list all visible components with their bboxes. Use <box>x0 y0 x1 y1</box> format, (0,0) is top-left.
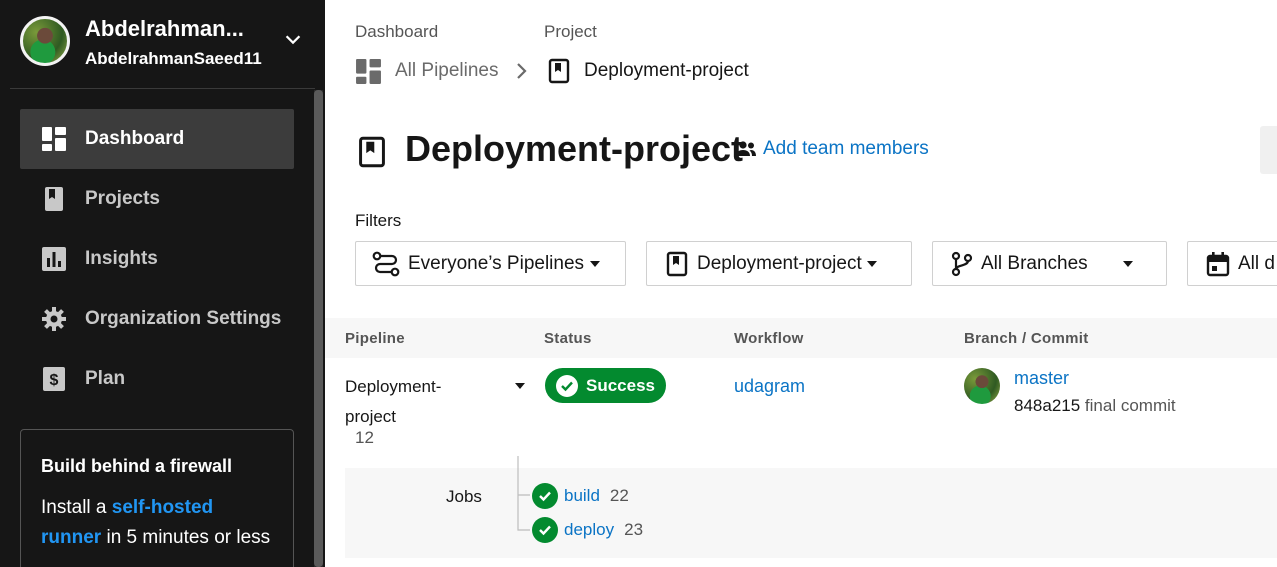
branches-filter-label: All Branches <box>981 252 1088 274</box>
promo-title: Build behind a firewall <box>41 456 233 476</box>
promo-text-after: in 5 minutes or less <box>106 527 271 548</box>
avatar <box>20 16 70 66</box>
breadcrumb-dashboard-label: Dashboard <box>355 22 439 41</box>
scrollbar-thumb[interactable] <box>314 90 323 567</box>
header-pipeline: Pipeline <box>345 330 405 347</box>
sidebar-item-projects[interactable]: Projects <box>20 169 294 229</box>
commit-message: final commit <box>1084 396 1176 415</box>
caret-down-icon <box>1122 260 1133 267</box>
table-header: Pipeline Status Workflow Branch / Commit <box>325 318 1277 358</box>
project-icon <box>359 136 385 168</box>
divider <box>10 88 315 89</box>
dollar-icon: $ <box>41 366 67 392</box>
action-button-partial[interactable] <box>1260 126 1277 174</box>
header-branch-commit: Branch / Commit <box>964 330 1089 347</box>
date-filter-label: All d <box>1238 252 1275 274</box>
people-icon <box>736 141 756 156</box>
breadcrumb-current: Deployment-project <box>547 58 749 84</box>
sidebar-item-organization-settings[interactable]: Organization Settings <box>20 289 294 349</box>
main-content: Dashboard Project All Pipelines Deployme… <box>325 0 1277 567</box>
project-icon <box>548 58 570 84</box>
header-status: Status <box>544 330 592 347</box>
avatar <box>964 368 1000 404</box>
sidebar: Abdelrahman... AbdelrahmanSaeed11 Dashbo… <box>0 0 325 567</box>
gear-icon <box>41 306 67 332</box>
job-deploy[interactable]: deploy 23 <box>532 517 643 543</box>
sidebar-item-label: Plan <box>85 368 126 389</box>
calendar-icon <box>1206 251 1230 276</box>
profile-name: Abdelrahman... <box>85 16 244 41</box>
sidebar-item-label: Insights <box>85 248 158 269</box>
job-name: build <box>564 486 600 505</box>
sidebar-item-label: Organization Settings <box>85 308 282 329</box>
sidebar-item-label: Projects <box>85 188 160 209</box>
sidebar-item-label: Dashboard <box>85 128 185 149</box>
profile-menu[interactable]: Abdelrahman... AbdelrahmanSaeed11 <box>20 14 320 70</box>
commit-info[interactable]: 848a215 final commit <box>1014 396 1176 416</box>
sidebar-item-insights[interactable]: Insights <box>20 229 294 289</box>
insights-icon <box>41 246 67 272</box>
caret-down-icon <box>866 260 877 267</box>
header-workflow: Workflow <box>734 330 804 347</box>
sidebar-item-dashboard[interactable]: Dashboard <box>20 109 294 169</box>
dashboard-icon <box>41 126 67 152</box>
breadcrumb-current-label: Deployment-project <box>584 60 749 81</box>
check-circle-icon <box>556 374 578 397</box>
add-team-members-button[interactable]: Add team members <box>735 138 929 160</box>
add-team-members-label: Add team members <box>763 138 929 159</box>
pipeline-filter-icon <box>372 251 400 276</box>
project-icon <box>666 251 688 276</box>
job-build[interactable]: build 22 <box>532 483 629 509</box>
job-tree-connector <box>517 456 530 531</box>
pipelines-filter-dropdown[interactable]: Everyone’s Pipelines <box>355 241 626 286</box>
branches-filter-dropdown[interactable]: All Branches <box>932 241 1167 286</box>
chevron-down-icon[interactable] <box>282 28 304 50</box>
dashboard-icon <box>356 58 381 84</box>
expand-caret-icon[interactable] <box>515 383 525 389</box>
filters-label: Filters <box>355 211 402 230</box>
job-name: deploy <box>564 520 615 539</box>
status-label: Success <box>586 375 655 395</box>
caret-down-icon <box>590 260 601 267</box>
pipeline-number: 12 <box>355 428 374 447</box>
pipeline-name[interactable]: Deployment- project <box>345 372 441 432</box>
commit-hash: 848a215 <box>1014 396 1081 415</box>
promo-text-before: Install a <box>41 497 107 518</box>
breadcrumb-project-label: Project <box>544 22 597 41</box>
pipelines-filter-label: Everyone’s Pipelines <box>408 252 585 274</box>
breadcrumb-all-pipelines[interactable]: All Pipelines <box>355 58 499 84</box>
pipeline-name-line1: Deployment- <box>345 377 442 396</box>
jobs-label: Jobs <box>446 487 482 506</box>
status-badge: Success <box>545 368 666 403</box>
job-number: 22 <box>609 486 629 505</box>
date-filter-dropdown[interactable]: All d <box>1187 241 1277 286</box>
page-title: Deployment-project <box>405 128 744 169</box>
workflow-link[interactable]: udagram <box>734 376 805 397</box>
svg-text:$: $ <box>50 372 59 389</box>
jobs-panel: Jobs build 22 deploy 23 <box>345 456 1277 558</box>
project-filter-label: Deployment-project <box>697 252 862 274</box>
project-filter-dropdown[interactable]: Deployment-project <box>646 241 912 286</box>
firewall-promo-card: Build behind a firewall Install a self-h… <box>20 429 294 567</box>
project-icon <box>41 186 67 212</box>
sidebar-item-plan[interactable]: $ Plan <box>20 349 294 409</box>
check-circle-icon <box>532 483 558 509</box>
job-number: 23 <box>624 520 644 539</box>
breadcrumb-all-pipelines-label: All Pipelines <box>395 60 499 81</box>
branch-icon <box>951 251 973 276</box>
chevron-right-icon <box>517 63 527 79</box>
profile-username: AbdelrahmanSaeed11 <box>85 49 262 68</box>
promo-text: Install a self-hosted runner in 5 minute… <box>41 493 273 553</box>
check-circle-icon <box>532 517 558 543</box>
branch-link[interactable]: master <box>1014 368 1069 389</box>
